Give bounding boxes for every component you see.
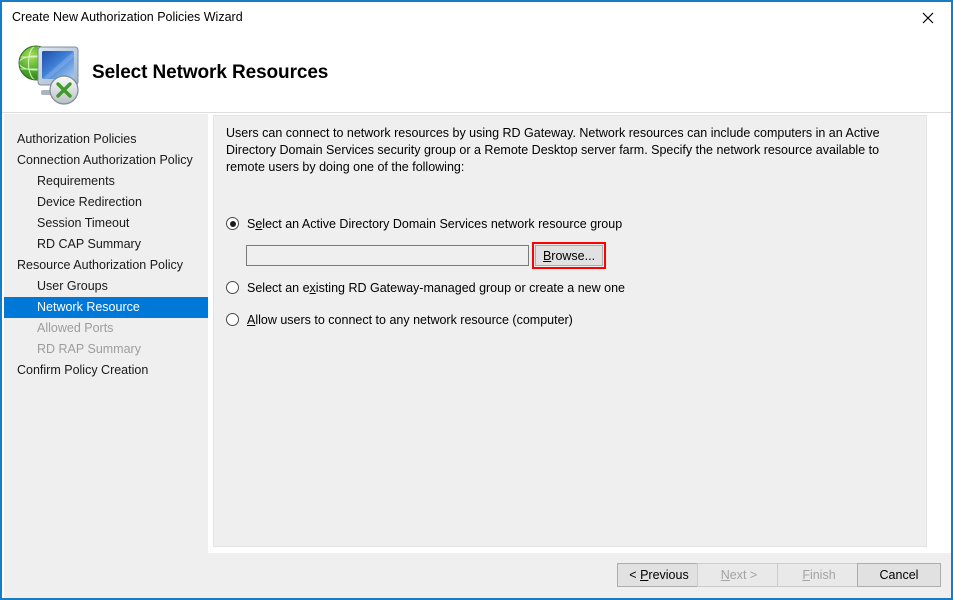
radio-indicator-any-resource[interactable]	[226, 313, 239, 326]
sidebar-item-network-resource[interactable]: Network Resource	[4, 297, 208, 318]
previous-button[interactable]: < Previous	[617, 563, 701, 587]
sidebar-item-device-redirection[interactable]: Device Redirection	[4, 192, 208, 213]
cancel-button[interactable]: Cancel	[857, 563, 941, 587]
sidebar-item-connection-authorization-policy[interactable]: Connection Authorization Policy	[4, 150, 208, 171]
wizard-footer: < Previous Next > Finish Cancel	[4, 553, 951, 598]
wizard-header: Select Network Resources	[2, 32, 951, 113]
sidebar-item-resource-authorization-policy[interactable]: Resource Authorization Policy	[4, 255, 208, 276]
cancel-button-label: Cancel	[880, 568, 919, 582]
sidebar-item-user-groups[interactable]: User Groups	[4, 276, 208, 297]
browse-button-highlight: Browse...	[532, 242, 606, 269]
sidebar-item-confirm-policy-creation[interactable]: Confirm Policy Creation	[4, 360, 208, 381]
radio-label-existing-group-before: Select an e	[247, 281, 310, 295]
wizard-window: Create New Authorization Policies Wizard	[0, 0, 953, 600]
sidebar-item-authorization-policies[interactable]: Authorization Policies	[4, 129, 208, 150]
sidebar-item-rd-cap-summary[interactable]: RD CAP Summary	[4, 234, 208, 255]
content-panel: Users can connect to network resources b…	[213, 115, 927, 547]
page-title: Select Network Resources	[92, 62, 328, 84]
next-button: Next >	[697, 563, 781, 587]
description-text: Users can connect to network resources b…	[226, 125, 896, 176]
title-bar: Create New Authorization Policies Wizard	[2, 2, 951, 32]
rd-gateway-network-resource-icon	[14, 38, 86, 106]
radio-option-existing-rd-gateway-group[interactable]: Select an existing RD Gateway-managed gr…	[226, 281, 625, 295]
window-title: Create New Authorization Policies Wizard	[12, 10, 243, 24]
sidebar-item-session-timeout[interactable]: Session Timeout	[4, 213, 208, 234]
previous-button-prefix: <	[629, 568, 640, 582]
radio-indicator-ad-group[interactable]	[226, 217, 239, 230]
finish-button-label: inish	[810, 568, 836, 582]
radio-label-ad-group-after: lect an Active Directory Domain Services…	[262, 217, 622, 231]
step-list: Authorization Policies Connection Author…	[4, 129, 208, 381]
radio-label-existing-group-after: isting RD Gateway-managed group or creat…	[316, 281, 625, 295]
radio-label-any-resource-after: llow users to connect to any network res…	[255, 313, 573, 327]
radio-option-allow-any-resource[interactable]: Allow users to connect to any network re…	[226, 313, 573, 327]
next-button-label: ext >	[730, 568, 757, 582]
browse-button-label: rowse...	[551, 249, 595, 263]
radio-indicator-existing-group[interactable]	[226, 281, 239, 294]
next-button-accel: N	[721, 568, 730, 582]
resource-group-input[interactable]	[246, 245, 529, 266]
finish-button-accel: F	[802, 568, 810, 582]
radio-option-ad-domain-services-group[interactable]: Select an Active Directory Domain Servic…	[226, 217, 622, 231]
finish-button: Finish	[777, 563, 861, 587]
sidebar-item-allowed-ports: Allowed Ports	[4, 318, 208, 339]
close-button[interactable]	[906, 2, 951, 31]
previous-button-label: revious	[648, 568, 688, 582]
wizard-steps-sidebar: Authorization Policies Connection Author…	[4, 114, 208, 580]
sidebar-item-requirements[interactable]: Requirements	[4, 171, 208, 192]
browse-button[interactable]: Browse...	[535, 245, 603, 266]
sidebar-item-rd-rap-summary: RD RAP Summary	[4, 339, 208, 360]
close-icon	[922, 12, 934, 24]
